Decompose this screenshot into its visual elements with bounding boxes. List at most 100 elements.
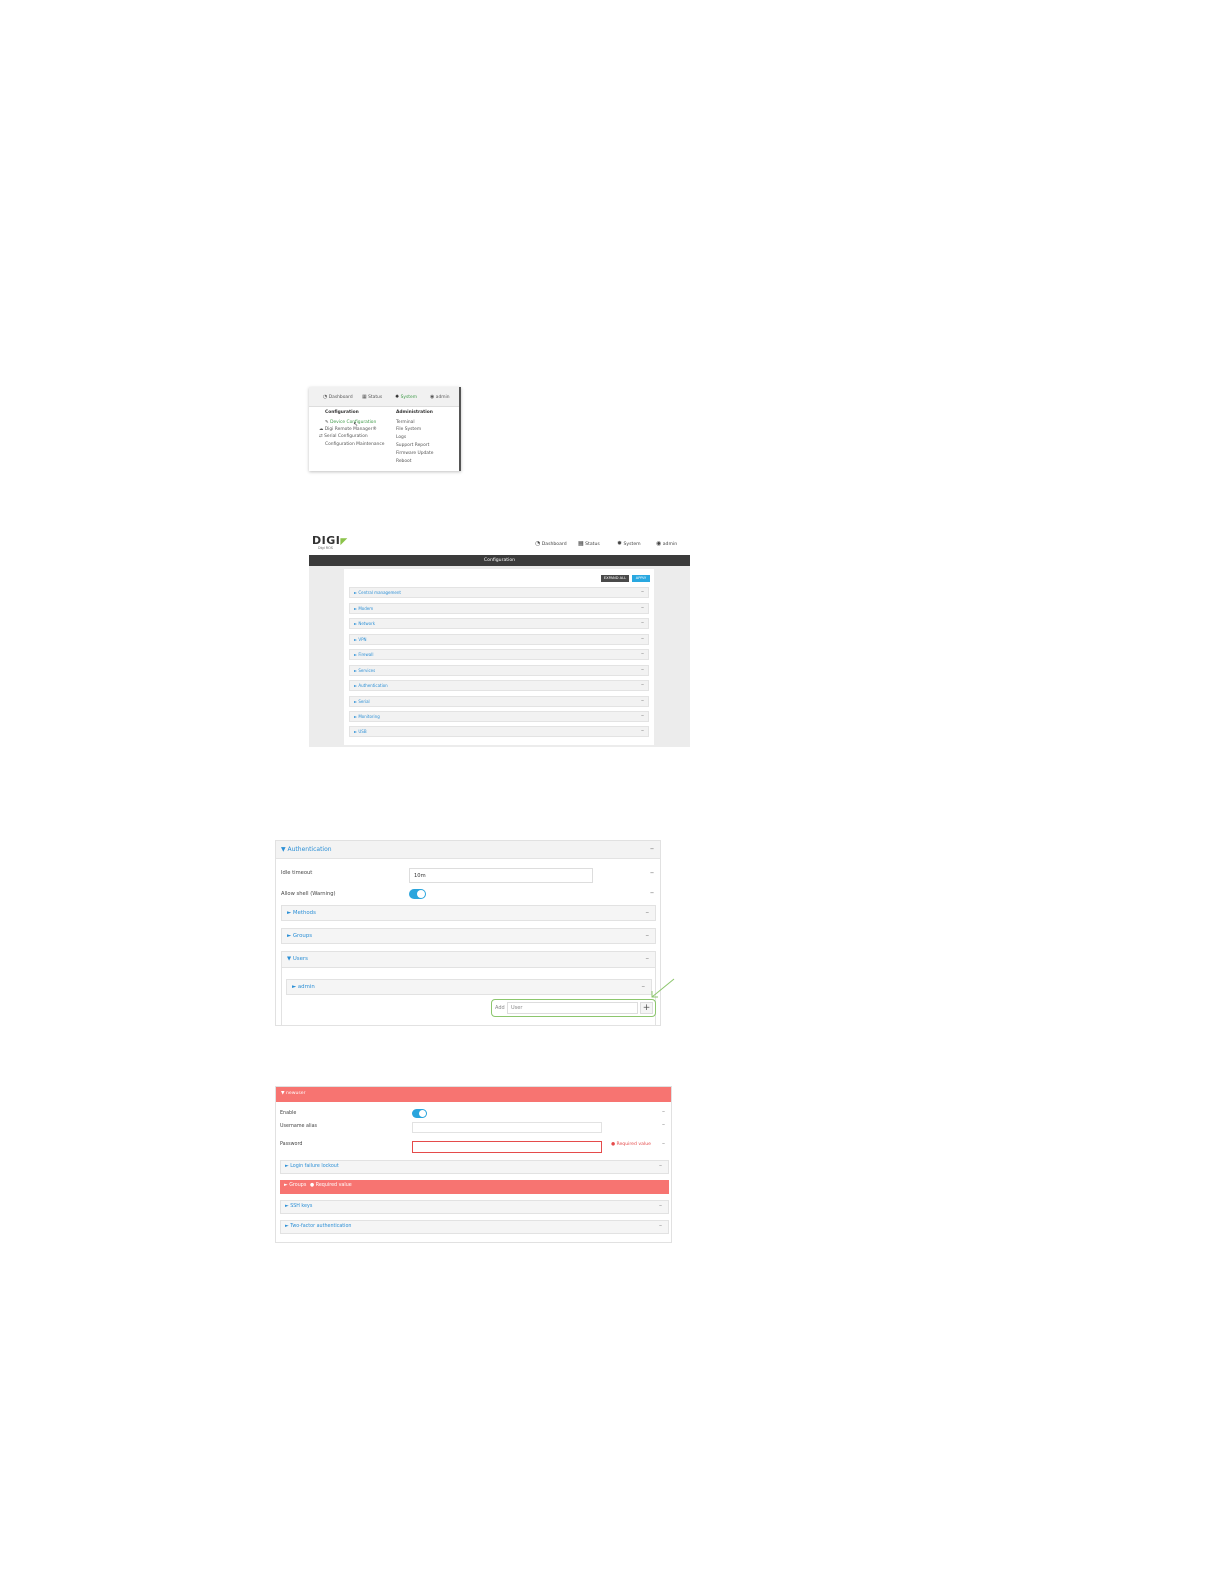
collapse-icon: – [645,954,650,962]
nav-dashboard[interactable]: ◔ Dashboard [323,394,353,400]
two-factor-section[interactable]: ► Two-factor authentication – [280,1220,669,1234]
groups-required-error: ● Required value [310,1183,352,1188]
collapse-icon: – [641,619,644,626]
grid-icon: ▦ [578,540,584,547]
users-section-header[interactable]: ▼ Users – [282,952,655,968]
menu-serial-configuration[interactable]: ⇄ Serial Configuration [319,434,368,439]
authentication-users-screenshot: ▼ Authentication – Idle timeout 10m – Al… [275,840,661,1026]
ssh-keys-section[interactable]: ► SSH keys – [280,1200,669,1214]
authentication-section-header[interactable]: ▼ Authentication – [276,841,660,859]
new-user-screenshot: ▼ newuser Enable – Username alias – Pass… [275,1086,672,1243]
section-services[interactable]: ► Services – [349,665,649,676]
menu-digi-remote-manager[interactable]: ☁ Digi Remote Manager® [319,427,377,432]
dashboard-icon: ◔ [323,394,328,400]
groups-section[interactable]: ► Groups – [281,928,656,944]
toggle-knob [417,890,425,898]
error-icon: ● [310,1183,315,1188]
collapse-icon: – [645,908,650,916]
callout-arrow-icon [651,978,675,998]
section-monitoring[interactable]: ► Monitoring – [349,711,649,722]
collapse-icon: – [641,712,644,719]
user-icon: ◉ [656,540,662,547]
add-label: Add [495,1005,505,1011]
system-menu-screenshot: ◔ Dashboard ▦ Status ✹ System ◉ admin Co… [309,387,461,471]
menu-configuration-maintenance[interactable]: Configuration Maintenance [325,442,384,447]
enable-toggle[interactable] [412,1109,427,1118]
collapse-icon: – [641,650,644,657]
nav-admin[interactable]: ◉ admin [656,540,677,547]
section-network[interactable]: ► Network – [349,618,649,629]
collapse-icon: – [659,1162,662,1169]
nav-status[interactable]: ▦ Status [362,394,382,400]
apply-button[interactable]: APPLY [632,575,650,582]
menu-device-configuration[interactable]: ✎ Device Configuration [325,420,376,425]
collapse-icon: – [641,588,644,595]
collapse-icon: – [662,1140,665,1147]
collapse-icon: – [641,982,646,990]
nav-system[interactable]: ✹ System [617,540,641,547]
menu-logs[interactable]: Logs [396,435,406,440]
users-section: ▼ Users – ► admin – Add User + [281,951,656,1026]
add-user-control: Add User + [491,999,656,1017]
collapse-icon: – [650,844,654,853]
expand-all-button[interactable]: EXPAND ALL [601,575,629,582]
password-required-error: ● Required value [611,1142,651,1147]
configuration-header: Configuration [325,410,359,415]
collapse-icon: – [650,888,654,897]
username-alias-label: Username alias [280,1124,318,1129]
idle-timeout-label: Idle timeout [281,870,313,876]
nav-admin[interactable]: ◉ admin [430,394,450,400]
password-input[interactable] [412,1141,602,1153]
menu-file-system[interactable]: File System [396,427,421,432]
add-user-input[interactable]: User [507,1002,638,1014]
allow-shell-label: Allow shell (Warning) [281,891,336,897]
enable-label: Enable [280,1111,297,1116]
collapse-icon: – [641,666,644,673]
section-serial[interactable]: ► Serial – [349,696,649,707]
section-firewall[interactable]: ► Firewall – [349,649,649,660]
menu-firmware-update[interactable]: Firmware Update [396,451,433,456]
section-vpn[interactable]: ► VPN – [349,634,649,645]
error-icon: ● [611,1142,616,1147]
user-admin-row[interactable]: ► admin – [286,979,652,995]
allow-shell-toggle[interactable] [409,889,426,899]
menu-support-report[interactable]: Support Report [396,443,429,448]
menu-terminal[interactable]: Terminal [396,420,415,425]
collapse-icon: – [641,604,644,611]
toggle-knob [419,1110,426,1117]
nav-system[interactable]: ✹ System [395,394,417,400]
collapse-icon: – [641,635,644,642]
collapse-icon: – [659,1222,662,1229]
section-usb[interactable]: ► USB – [349,726,649,737]
username-alias-input[interactable] [412,1122,602,1133]
gear-icon: ✹ [617,540,623,547]
methods-section[interactable]: ► Methods – [281,905,656,921]
collapse-icon: – [641,681,644,688]
login-failure-lockout-section[interactable]: ► Login failure lockout – [280,1160,669,1174]
section-central-management[interactable]: ► Central management – [349,587,649,598]
collapse-icon: – [662,1121,665,1128]
section-modem[interactable]: ► Modem – [349,603,649,614]
collapse-icon: – [650,868,654,877]
user-icon: ◉ [430,394,435,400]
collapse-icon: – [645,931,650,939]
collapse-icon: – [659,1202,662,1209]
nav-dashboard[interactable]: ◔ Dashboard [535,540,567,547]
menu-reboot[interactable]: Reboot [396,459,411,464]
section-authentication[interactable]: ► Authentication – [349,680,649,691]
collapse-icon: – [641,727,644,734]
app-header: DIGI◤ Digi ROS ◔ Dashboard ▦ Status ✹ Sy… [309,532,690,555]
dashboard-icon: ◔ [535,540,541,547]
groups-section-error[interactable]: ► Groups ● Required value [280,1180,669,1194]
wrench-icon: ✎ [325,420,329,425]
logo-subtitle: Digi ROS [318,546,333,550]
collapse-icon: – [662,1108,665,1115]
page-title: Configuration [309,555,690,566]
new-user-header[interactable]: ▼ newuser [276,1087,671,1102]
add-user-button[interactable]: + [640,1002,653,1014]
grid-icon: ▦ [362,394,367,400]
nav-status[interactable]: ▦ Status [578,540,600,547]
idle-timeout-input[interactable]: 10m [409,868,593,883]
plus-icon: + [642,1003,651,1013]
config-panel: EXPAND ALL APPLY ► Central management – ►… [344,569,654,745]
